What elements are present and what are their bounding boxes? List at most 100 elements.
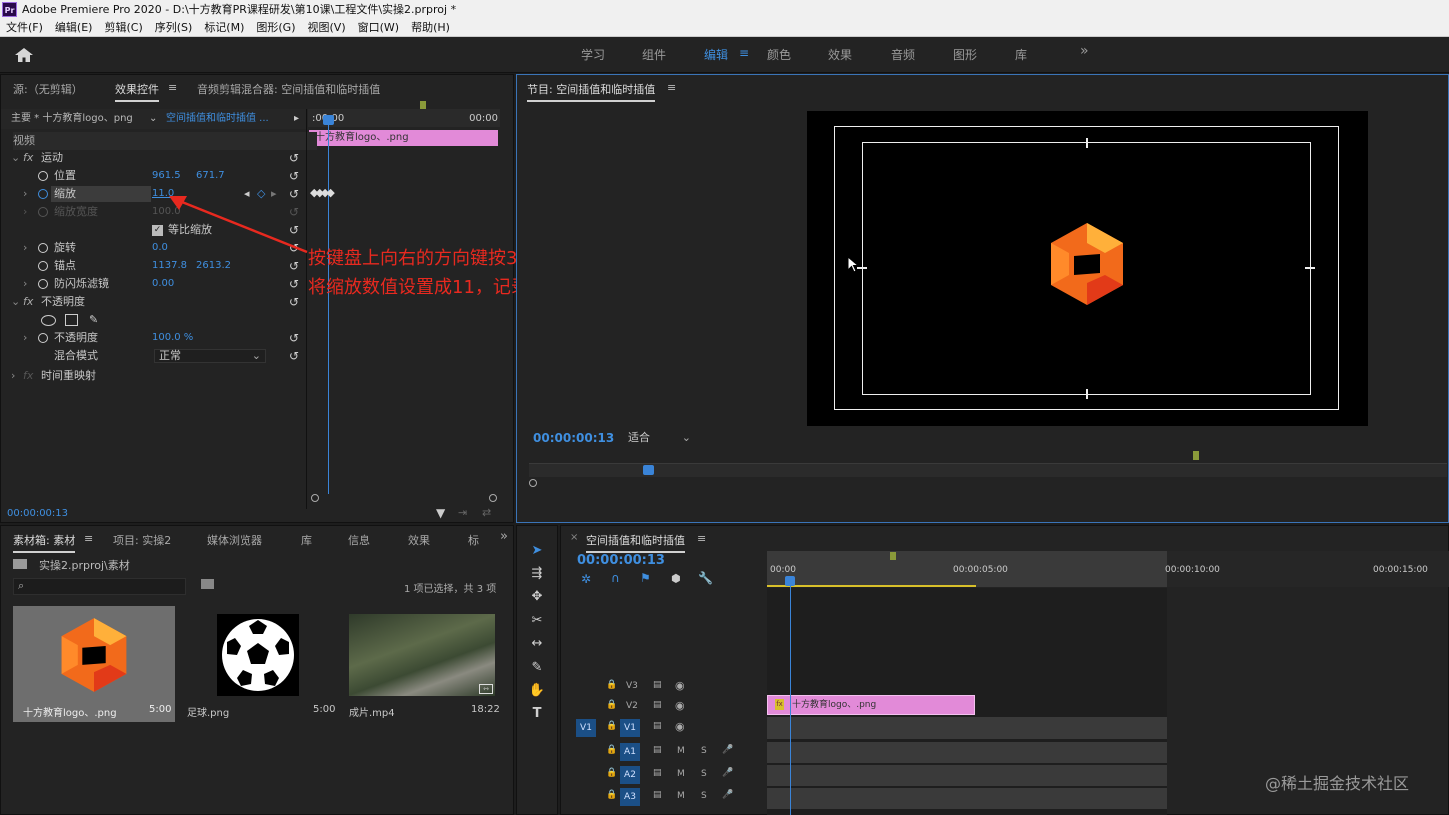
workspace-effects[interactable]: 效果: [828, 46, 852, 63]
tab-libraries[interactable]: 库: [301, 532, 312, 548]
program-time-ruler[interactable]: [529, 463, 1447, 477]
panel-menu-icon[interactable]: ≡: [168, 81, 177, 94]
menu-sequence[interactable]: 序列(S): [155, 19, 193, 36]
workspace-menu-icon[interactable]: ≡: [739, 46, 749, 60]
menu-help[interactable]: 帮助(H): [411, 19, 450, 36]
hand-tool-icon[interactable]: ✋: [528, 682, 546, 700]
more-tabs-icon[interactable]: »: [500, 529, 508, 544]
stopwatch-icon[interactable]: [38, 243, 48, 253]
track-v1-lane[interactable]: [767, 717, 1167, 739]
blend-mode-select[interactable]: 正常 ⌄: [154, 349, 266, 363]
microphone-icon[interactable]: 🎤: [722, 790, 733, 800]
track-target-a1[interactable]: A1: [620, 743, 640, 761]
position-y-value[interactable]: 671.7: [196, 167, 225, 185]
wrench-icon[interactable]: 🔧: [698, 571, 713, 585]
microphone-icon[interactable]: 🎤: [722, 745, 733, 755]
program-video-frame[interactable]: [807, 111, 1368, 426]
tab-audio-clip-mixer[interactable]: 音频剪辑混合器: 空间插值和临时插值: [197, 81, 380, 97]
chevron-down-icon[interactable]: ⌄: [11, 293, 20, 311]
sync-lock-icon[interactable]: ▤: [653, 745, 662, 755]
chevron-right-icon[interactable]: ›: [23, 185, 27, 203]
bin-item-logo[interactable]: 十方教育logo、.png 5:00: [13, 606, 175, 722]
zoom-handle-left[interactable]: [311, 494, 319, 502]
workspace-graphics[interactable]: 图形: [953, 46, 977, 63]
track-target-a2[interactable]: A2: [620, 766, 640, 784]
reset-icon[interactable]: ↺: [289, 329, 299, 347]
mini-clip-bar[interactable]: 十方教育logo、.png: [309, 130, 498, 146]
stopwatch-icon[interactable]: [38, 261, 48, 271]
menu-window[interactable]: 窗口(W): [358, 19, 399, 36]
selection-tool-icon[interactable]: ➤: [528, 542, 546, 560]
reset-icon[interactable]: ↺: [289, 347, 299, 365]
playhead-handle[interactable]: [323, 115, 334, 125]
zoom-handle-right[interactable]: [489, 494, 497, 502]
rectangle-mask-icon[interactable]: [65, 314, 78, 326]
playhead-line[interactable]: [328, 117, 329, 494]
chevron-right-icon[interactable]: ›: [23, 329, 27, 347]
program-timecode[interactable]: 00:00:00:13: [533, 431, 614, 445]
position-x-value[interactable]: 961.5: [152, 167, 181, 185]
sync-lock-icon[interactable]: ▤: [653, 721, 662, 731]
razor-tool-icon[interactable]: ✂: [528, 612, 546, 630]
effect-controls-timecode[interactable]: 00:00:00:13: [7, 508, 68, 519]
tab-effects[interactable]: 效果: [408, 532, 430, 548]
workspace-learn[interactable]: 学习: [581, 46, 605, 63]
program-playhead[interactable]: [643, 465, 654, 475]
menu-edit[interactable]: 编辑(E): [55, 19, 93, 36]
type-tool-icon[interactable]: T: [528, 705, 546, 723]
workspace-assembly[interactable]: 组件: [642, 46, 666, 63]
chevron-right-icon[interactable]: ›: [11, 367, 15, 385]
tab-source[interactable]: 源:（无剪辑）: [13, 81, 83, 97]
pen-tool-icon[interactable]: ✎: [528, 659, 546, 677]
motion-row[interactable]: ⌄ fx 运动 ↺: [1, 149, 305, 167]
keyframe-diamonds-icon[interactable]: ◆◆◆◆: [310, 186, 335, 199]
time-remap-row[interactable]: › fx 时间重映射: [1, 367, 305, 385]
eye-icon[interactable]: ◉: [675, 720, 685, 733]
stopwatch-icon[interactable]: [38, 333, 48, 343]
chevron-down-icon[interactable]: ⌄: [149, 109, 157, 129]
linked-selection-icon[interactable]: ⚑: [640, 571, 651, 585]
nest-icon[interactable]: ✲: [581, 572, 591, 586]
reset-icon[interactable]: ↺: [289, 149, 299, 167]
reset-icon[interactable]: ↺: [289, 275, 299, 293]
panel-menu-icon[interactable]: ≡: [84, 532, 93, 545]
tab-program[interactable]: 节目: 空间插值和临时插值: [527, 81, 656, 102]
sync-lock-icon[interactable]: ▤: [653, 700, 662, 710]
mute-button[interactable]: M: [677, 746, 685, 756]
track-select-tool-icon[interactable]: ⇶: [528, 565, 546, 583]
close-icon[interactable]: ×: [570, 532, 578, 543]
mini-time-ruler[interactable]: :00:00 00:00: [308, 101, 500, 127]
source-patch-v1[interactable]: V1: [576, 719, 596, 737]
home-icon[interactable]: [14, 47, 34, 63]
checkbox-checked-icon[interactable]: ✓: [152, 225, 163, 236]
workspace-color[interactable]: 颜色: [767, 46, 791, 63]
opacity-value[interactable]: 100.0 %: [152, 329, 193, 347]
menu-graphics[interactable]: 图形(G): [256, 19, 295, 36]
sync-lock-icon[interactable]: ▤: [653, 768, 662, 778]
chevron-right-icon[interactable]: ›: [23, 275, 27, 293]
panel-menu-icon[interactable]: ≡: [697, 532, 706, 545]
tab-project[interactable]: 项目: 实操2: [113, 532, 171, 548]
timeline-playhead-handle[interactable]: [785, 576, 795, 586]
reset-icon[interactable]: ↺: [289, 293, 299, 311]
timeline-playhead-line[interactable]: [790, 586, 791, 815]
workspace-audio[interactable]: 音频: [891, 46, 915, 63]
sync-lock-icon[interactable]: ▤: [653, 790, 662, 800]
lock-icon[interactable]: 🔒: [606, 721, 617, 731]
tab-media-browser[interactable]: 媒体浏览器: [207, 532, 262, 548]
workspace-libraries[interactable]: 库: [1015, 46, 1027, 63]
new-bin-icon[interactable]: [201, 579, 214, 589]
pen-mask-icon[interactable]: ✎: [89, 311, 98, 329]
solo-button[interactable]: S: [701, 746, 707, 756]
workspace-more-icon[interactable]: »: [1080, 43, 1089, 59]
eye-icon[interactable]: ◉: [675, 699, 685, 712]
menu-view[interactable]: 视图(V): [308, 19, 346, 36]
sync-lock-icon[interactable]: ▤: [653, 680, 662, 690]
chevron-right-icon[interactable]: ›: [23, 239, 27, 257]
lock-icon[interactable]: 🔒: [606, 680, 617, 690]
timeline-clip[interactable]: 十方教育logo、.png: [767, 695, 975, 715]
panel-menu-icon[interactable]: ≡: [667, 81, 676, 94]
workspace-editing[interactable]: 编辑: [704, 46, 728, 63]
mute-button[interactable]: M: [677, 791, 685, 801]
solo-button[interactable]: S: [701, 791, 707, 801]
